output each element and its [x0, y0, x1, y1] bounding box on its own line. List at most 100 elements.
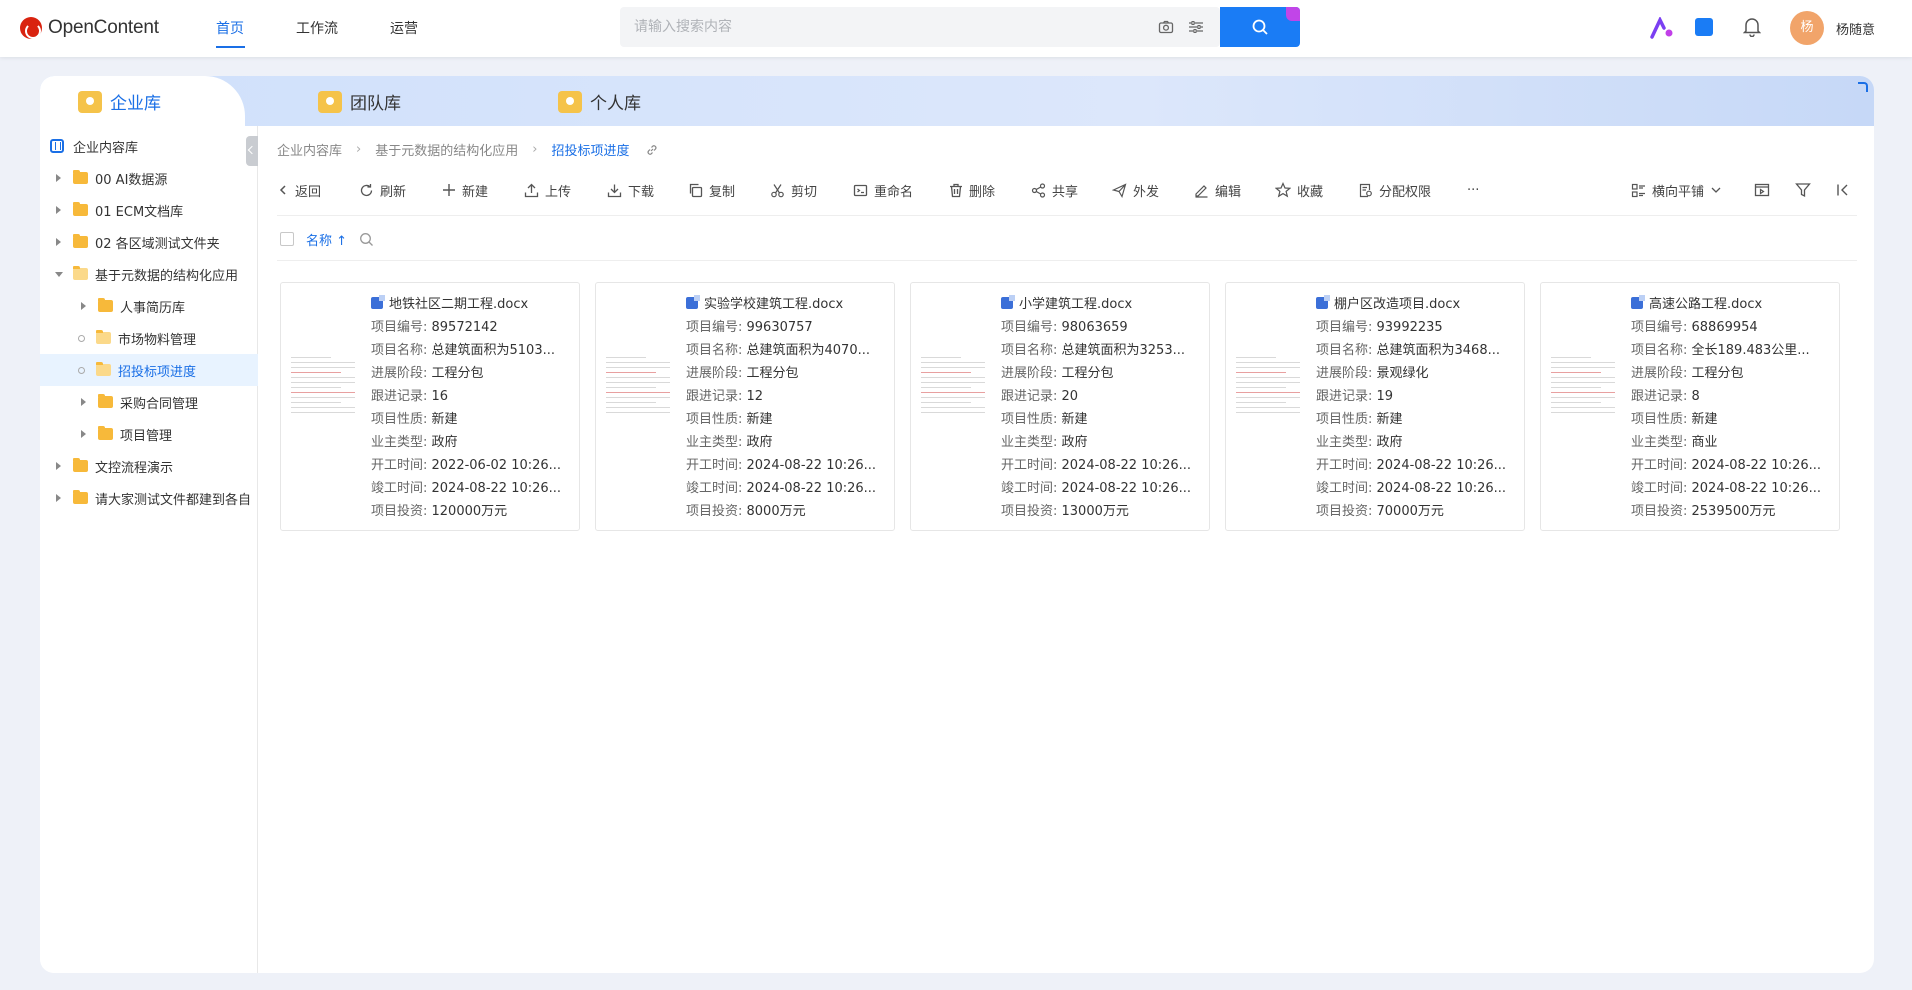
nav-operations[interactable]: 运营 [390, 18, 418, 38]
favorite-button[interactable]: 收藏 [1275, 175, 1323, 205]
nav-home[interactable]: 首页 [216, 18, 244, 38]
field-value: 2024-08-22 10:26... [1691, 481, 1822, 496]
tree-item-selected[interactable]: 招投标项进度 [40, 354, 258, 386]
refresh-button[interactable]: 刷新 [359, 175, 406, 205]
tree-item[interactable]: 01 ECM文档库 [40, 194, 258, 226]
nav-workflow[interactable]: 工作流 [296, 18, 338, 38]
search-input[interactable] [634, 7, 1124, 47]
file-name[interactable]: 地铁社区二期工程.docx [371, 293, 528, 312]
tree-item[interactable]: 00 AI数据源 [40, 162, 258, 194]
metadata-field-start: 开工时间: 2024-08-22 10:26... [686, 454, 890, 473]
camera-icon[interactable] [1158, 19, 1174, 35]
field-value: 新建 [746, 412, 773, 427]
file-card[interactable]: 地铁社区二期工程.docx 项目编号: 89572142 项目名称: 总建筑面积为5… [280, 282, 580, 531]
expand-corner-icon[interactable] [1858, 82, 1868, 92]
file-name[interactable]: 实验学校建筑工程.docx [686, 293, 843, 312]
app-logo[interactable]: OpenContent [20, 14, 159, 42]
tree-root[interactable]: 企业内容库 [40, 130, 258, 162]
tab-personal-library[interactable]: 个人库 [558, 89, 641, 114]
metadata-field-name: 项目名称: 总建筑面积为3468... [1316, 339, 1520, 358]
metadata-field-invest: 项目投资: 70000万元 [1316, 500, 1520, 519]
expand-arrow-icon[interactable] [55, 206, 63, 214]
expand-arrow-icon[interactable] [80, 398, 88, 406]
copy-button[interactable]: 复制 [688, 175, 735, 205]
expand-arrow-icon[interactable] [80, 430, 88, 438]
expand-arrow-icon[interactable] [55, 494, 63, 502]
new-button[interactable]: 新建 [442, 175, 488, 205]
file-title: 实验学校建筑工程.docx [704, 297, 844, 312]
file-card[interactable]: 小学建筑工程.docx 项目编号: 98063659 项目名称: 总建筑面积为325… [910, 282, 1210, 531]
field-label: 跟进记录: [1001, 389, 1062, 404]
tree-item[interactable]: 项目管理 [40, 418, 258, 450]
folder-icon [73, 234, 88, 248]
tree-label: 文控流程演示 [95, 460, 174, 476]
field-label: 进展阶段: [686, 366, 747, 381]
delete-button[interactable]: 删除 [949, 175, 995, 205]
field-label: 进展阶段: [1001, 366, 1062, 381]
breadcrumb-current: 招投标项进度 [551, 144, 630, 159]
field-label: 跟进记录: [371, 389, 432, 404]
more-button[interactable]: ··· [1467, 175, 1479, 205]
tool-label: 下载 [628, 184, 655, 200]
tree-item[interactable]: 市场物料管理 [40, 322, 258, 354]
tab-enterprise-library[interactable]: 企业库 [78, 89, 161, 114]
assign-permissions-button[interactable]: 分配权限 [1358, 175, 1431, 205]
tree-item[interactable]: 请大家测试文件都建到各自 [40, 482, 258, 514]
upload-button[interactable]: 上传 [524, 175, 571, 205]
tree-item[interactable]: 02 各区域测试文件夹 [40, 226, 258, 258]
file-name[interactable]: 棚户区改造项目.docx [1316, 293, 1460, 312]
breadcrumb-item[interactable]: 企业内容库 [277, 140, 342, 159]
file-card[interactable]: 高速公路工程.docx 项目编号: 68869954 项目名称: 全长189.483… [1540, 282, 1840, 531]
app-square-icon[interactable] [1694, 17, 1714, 37]
team-library-icon [318, 90, 342, 113]
folder-icon [98, 298, 113, 312]
expand-arrow-icon[interactable] [55, 462, 63, 470]
edit-button[interactable]: 编辑 [1194, 175, 1241, 205]
file-name[interactable]: 小学建筑工程.docx [1001, 293, 1132, 312]
preview-toggle-button[interactable] [1754, 175, 1770, 205]
tab-team-library[interactable]: 团队库 [318, 89, 401, 114]
filter-settings-icon[interactable] [1188, 19, 1204, 35]
cut-button[interactable]: 剪切 [770, 175, 817, 205]
search-box [620, 7, 1220, 47]
search-icon[interactable] [359, 232, 374, 247]
avatar[interactable]: 杨 [1790, 11, 1824, 45]
collapse-arrow-icon[interactable] [55, 270, 63, 278]
notification-bell-icon[interactable] [1743, 17, 1761, 37]
expand-arrow-icon[interactable] [80, 302, 88, 310]
download-button[interactable]: 下载 [607, 175, 654, 205]
expand-arrow-icon[interactable] [55, 238, 63, 246]
send-out-button[interactable]: 外发 [1112, 175, 1159, 205]
tree-label: 请大家测试文件都建到各自 [95, 492, 252, 508]
field-value: 新建 [431, 412, 458, 427]
back-button[interactable]: 返回 [277, 175, 321, 205]
share-button[interactable]: 共享 [1031, 175, 1078, 205]
collapse-panel-button[interactable] [1836, 175, 1850, 205]
select-all-checkbox[interactable] [280, 232, 294, 246]
tree-item[interactable]: 基于元数据的结构化应用 [40, 258, 258, 290]
rename-button[interactable]: 重命名 [853, 175, 913, 205]
metadata-field-name: 项目名称: 全长189.483公里... [1631, 339, 1835, 358]
file-card[interactable]: 实验学校建筑工程.docx 项目编号: 99630757 项目名称: 总建筑面积为4… [595, 282, 895, 531]
field-value: 2539500万元 [1691, 504, 1776, 519]
chevron-right-icon: › [356, 142, 362, 157]
field-value: 新建 [1061, 412, 1088, 427]
link-icon[interactable] [645, 143, 659, 157]
collapse-to-left-icon [1837, 184, 1848, 196]
tree-label: 采购合同管理 [120, 396, 199, 412]
tree-item[interactable]: 人事简历库 [40, 290, 258, 322]
ai-assistant-icon[interactable] [1650, 17, 1674, 39]
sort-by-name[interactable]: 名称 ↑ [306, 230, 347, 249]
more-icon: ··· [1467, 182, 1480, 198]
expand-arrow-icon[interactable] [55, 174, 63, 182]
tree-item[interactable]: 文控流程演示 [40, 450, 258, 482]
breadcrumb-item[interactable]: 基于元数据的结构化应用 [375, 140, 518, 159]
user-name[interactable]: 杨随意 [1836, 19, 1875, 38]
search-button[interactable] [1220, 7, 1300, 47]
tree-item[interactable]: 采购合同管理 [40, 386, 258, 418]
file-card[interactable]: 棚户区改造项目.docx 项目编号: 93992235 项目名称: 总建筑面积为34… [1225, 282, 1525, 531]
view-mode-dropdown[interactable]: 横向平铺 [1631, 175, 1722, 205]
filter-button[interactable] [1795, 175, 1811, 205]
breadcrumb: 企业内容库 › 基于元数据的结构化应用 › 招投标项进度 [277, 140, 659, 159]
file-name[interactable]: 高速公路工程.docx [1631, 293, 1762, 312]
